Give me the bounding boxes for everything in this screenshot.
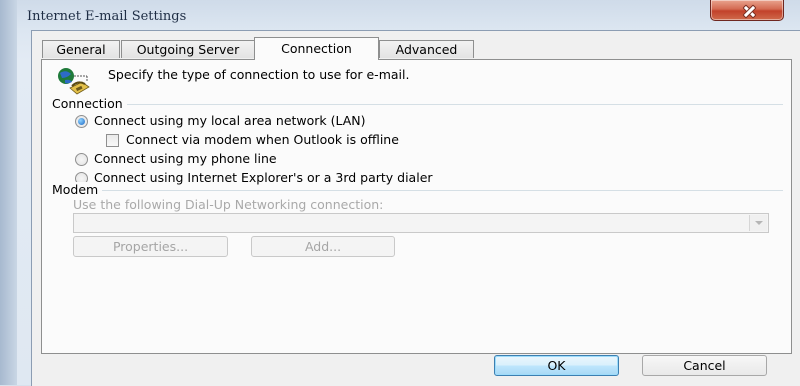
dialog-client-area: General Outgoing Server Connection Advan… [31, 30, 800, 386]
properties-button[interactable]: Properties... [73, 236, 228, 257]
dialup-connection-label: Use the following Dial-Up Networking con… [73, 197, 384, 212]
connection-group-divider [77, 104, 783, 105]
tab-general[interactable]: General [42, 40, 120, 58]
connection-tab-panel: Specify the type of connection to use fo… [41, 59, 792, 354]
window-title: Internet E-mail Settings [27, 9, 187, 24]
cancel-button[interactable]: Cancel [642, 355, 767, 376]
modem-group-divider [77, 190, 783, 191]
radio-lan[interactable] [75, 115, 88, 128]
radio-lan-label: Connect using my local area network (LAN… [94, 113, 366, 128]
modem-group-label: Modem [52, 182, 103, 197]
radio-phone-line[interactable] [75, 153, 88, 166]
add-button[interactable]: Add... [251, 236, 395, 257]
checkbox-modem-offline[interactable] [106, 134, 119, 147]
dialog-window: Internet E-mail Settings General Outgoin… [17, 0, 800, 386]
radio-phone-line-label: Connect using my phone line [94, 151, 277, 166]
close-button[interactable] [710, 0, 784, 21]
tab-outgoing-server[interactable]: Outgoing Server [121, 40, 255, 58]
radio-ie-dialer-label: Connect using Internet Explorer's or a 3… [94, 170, 433, 185]
dialup-connection-select[interactable] [73, 213, 769, 233]
checkbox-modem-offline-label: Connect via modem when Outlook is offlin… [126, 132, 399, 147]
chevron-down-icon [749, 215, 767, 231]
tab-connection[interactable]: Connection [254, 37, 379, 60]
network-phone-icon [58, 68, 90, 95]
connection-group-label: Connection [52, 96, 127, 111]
tab-advanced[interactable]: Advanced [379, 40, 474, 58]
background-window-edge [0, 0, 17, 385]
intro-description: Specify the type of connection to use fo… [108, 67, 410, 82]
ok-button[interactable]: OK [494, 355, 619, 376]
